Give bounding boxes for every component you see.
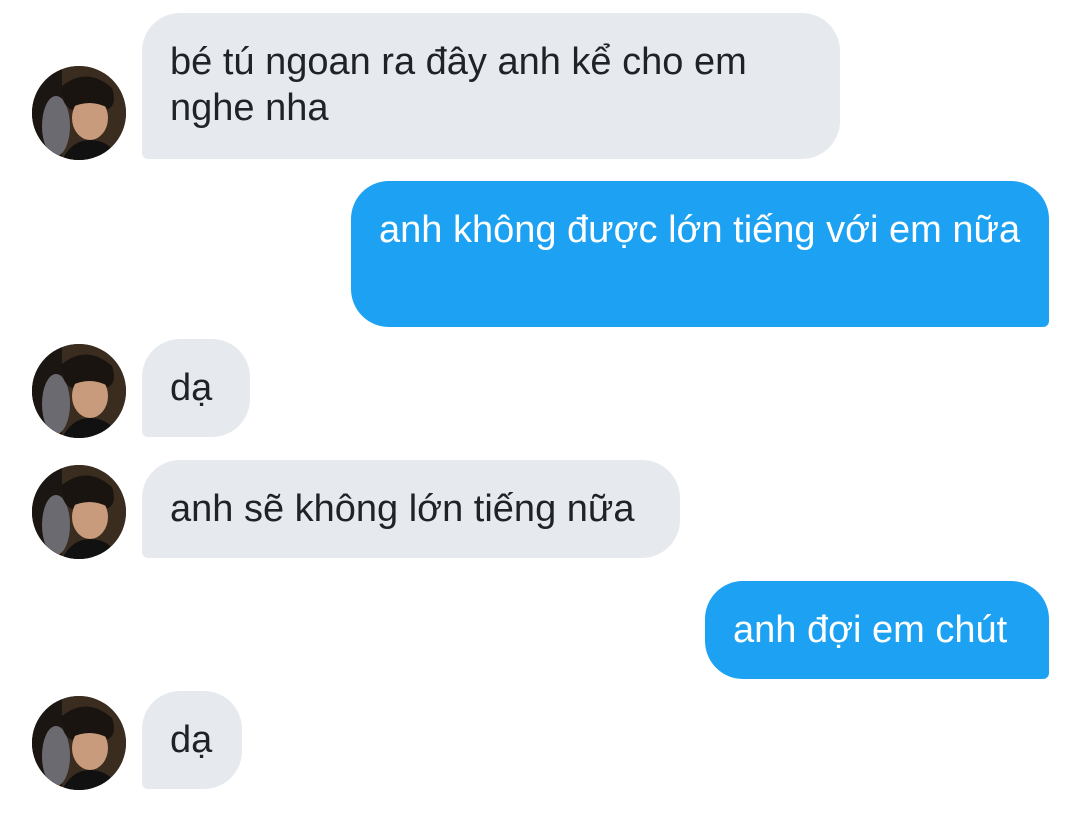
person-photo-icon — [32, 465, 126, 559]
message-bubble-incoming[interactable]: dạ — [142, 691, 242, 789]
message-bubble-outgoing[interactable]: anh đợi em chút — [705, 581, 1049, 679]
person-photo-icon — [32, 344, 126, 438]
message-bubble-outgoing[interactable]: anh không được lớn tiếng với em nữa — [351, 181, 1049, 327]
message-bubble-incoming[interactable]: dạ — [142, 339, 250, 437]
person-photo-icon — [32, 696, 126, 790]
contact-avatar[interactable] — [32, 696, 126, 790]
person-photo-icon — [32, 66, 126, 160]
contact-avatar[interactable] — [32, 344, 126, 438]
message-bubble-incoming[interactable]: bé tú ngoan ra đây anh kể cho em nghe nh… — [142, 13, 840, 159]
contact-avatar[interactable] — [32, 66, 126, 160]
message-bubble-incoming[interactable]: anh sẽ không lớn tiếng nữa — [142, 460, 680, 558]
contact-avatar[interactable] — [32, 465, 126, 559]
